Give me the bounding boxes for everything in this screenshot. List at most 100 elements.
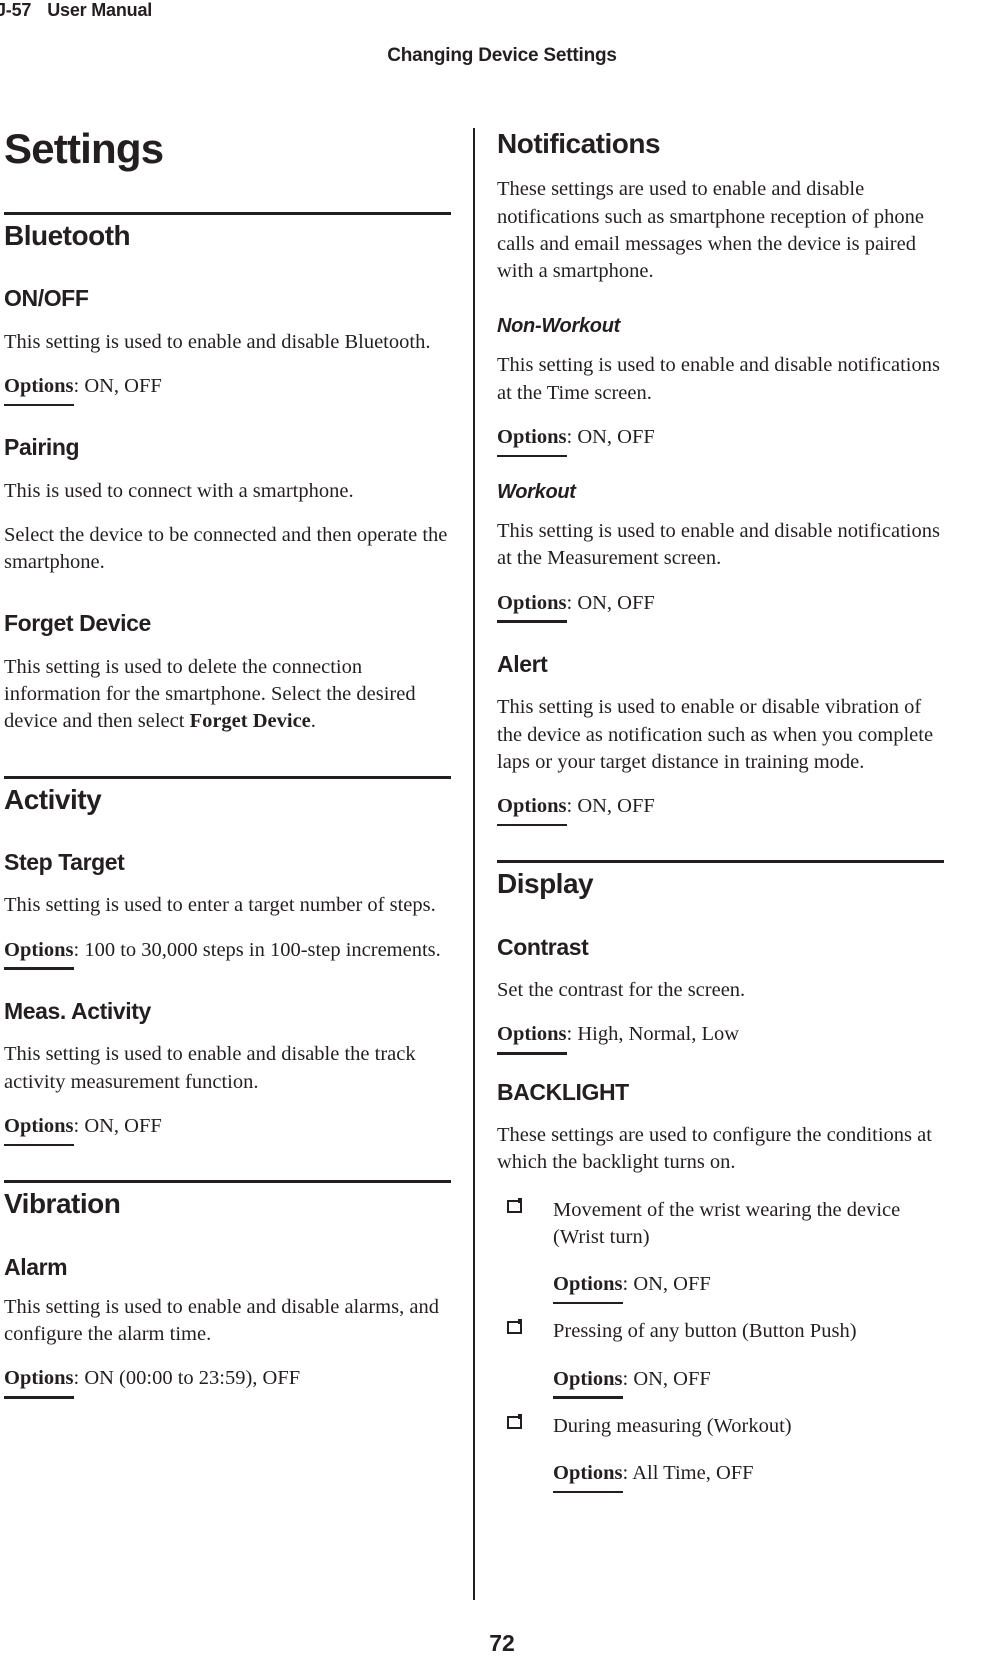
running-header: J-57 User Manual Changing Device Settings <box>0 0 1004 100</box>
options-colon: : <box>73 938 80 961</box>
section-heading: Vibration <box>4 1188 121 1220</box>
running-header-left: J-57 User Manual <box>0 0 152 21</box>
options-line: Options: ON, OFF <box>4 1113 451 1147</box>
options-line: Options: ON, OFF <box>497 424 944 458</box>
body-text: This is used to connect with a smartphon… <box>4 479 354 502</box>
options-label: Options <box>553 1366 623 1400</box>
section-vibration: Vibration <box>4 1180 451 1219</box>
options-line: Options: ON, OFF <box>497 793 944 827</box>
backlight-condition-list: Pressing of any button (Button Push) <box>497 1318 944 1345</box>
backlight-condition-list: Movement of the wrist wearing the device… <box>497 1197 944 1252</box>
list-item: Movement of the wrist wearing the device… <box>497 1197 944 1252</box>
section-display: Display <box>497 860 944 899</box>
options-colon: : <box>566 425 573 448</box>
options-colon: : <box>622 1462 629 1485</box>
options-label: Options <box>497 424 567 458</box>
options-label: Options <box>4 373 74 407</box>
list-item-label: During measuring (Workout) <box>553 1414 792 1437</box>
options-value: ON, OFF <box>577 795 655 818</box>
body-text: These settings are used to enable and di… <box>497 178 924 283</box>
options-line: Options: ON, OFF <box>553 1366 944 1400</box>
subsection-heading-workout: Workout <box>497 481 576 504</box>
options-line: Options: All Time, OFF <box>553 1460 944 1494</box>
subsection-heading-on-off: ON/OFF <box>4 285 89 312</box>
options-label: Options <box>497 793 567 827</box>
subsection-heading-step-target: Step Target <box>4 849 125 876</box>
left-column: Settings Bluetooth ON/OFF This setting i… <box>4 125 451 1400</box>
options-value: 100 to 30,000 steps in 100-step incremen… <box>84 938 441 961</box>
subsection-heading-alarm: Alarm <box>4 1253 68 1280</box>
backlight-condition-list: During measuring (Workout) <box>497 1413 944 1440</box>
column-divider <box>473 128 475 1600</box>
subsection-heading-meas-activity: Meas. Activity <box>4 997 151 1024</box>
body-text: This setting is used to enter a target n… <box>4 894 436 917</box>
options-label: Options <box>553 1460 623 1494</box>
section-heading: Display <box>497 868 594 900</box>
options-colon: : <box>566 1023 573 1046</box>
list-item-label: Pressing of any button (Button Push) <box>553 1320 857 1343</box>
body-text: This setting is used to delete the conne… <box>4 654 451 736</box>
options-label: Options <box>4 1365 74 1400</box>
section-notifications: Notifications <box>497 128 944 159</box>
options-label: Options <box>497 1021 567 1055</box>
options-line: Options: 100 to 30,000 steps in 100-step… <box>4 937 451 971</box>
right-column: Notifications These settings are used to… <box>497 128 944 1494</box>
options-value: High, Normal, Low <box>577 1023 740 1046</box>
inline-emphasis: Forget Device <box>189 710 311 733</box>
options-value: ON, OFF <box>577 591 655 614</box>
options-label: Options <box>553 1271 623 1305</box>
options-label: Options <box>4 1113 74 1147</box>
options-value: All Time, OFF <box>632 1462 754 1485</box>
subsection-heading-backlight: BACKLIGHT <box>497 1078 629 1105</box>
body-text-post: . <box>310 710 316 733</box>
section-activity: Activity <box>4 775 451 815</box>
section-bluetooth: Bluetooth <box>4 212 451 251</box>
checkbox-bullet-icon <box>507 1197 522 1213</box>
body-text: This setting is used to enable and disab… <box>4 1043 416 1093</box>
body-text: This setting is used to enable and disab… <box>4 330 431 353</box>
options-value: ON, OFF <box>633 1273 711 1296</box>
options-line: Options: High, Normal, Low <box>497 1021 944 1055</box>
body-text: Set the contrast for the screen. <box>497 979 746 1002</box>
body-text: This setting is used to enable and disab… <box>4 1295 439 1346</box>
manual-page: J-57 User Manual Changing Device Settings… <box>0 0 1004 1675</box>
manual-label: User Manual <box>47 0 153 20</box>
options-value: ON (00:00 to 23:59), OFF <box>84 1367 301 1390</box>
body-text: This setting is used to enable and disab… <box>497 520 940 570</box>
options-colon: : <box>73 1367 80 1390</box>
checkbox-bullet-icon <box>507 1413 522 1429</box>
subsection-heading-contrast: Contrast <box>497 933 589 960</box>
subsection-heading-alert: Alert <box>497 650 548 677</box>
options-colon: : <box>622 1367 629 1390</box>
subsection-heading-pairing: Pairing <box>4 434 80 461</box>
page-number: 72 <box>489 1630 515 1656</box>
options-value: ON, OFF <box>84 1114 162 1137</box>
list-item-label: Movement of the wrist wearing the device… <box>553 1198 901 1248</box>
body-text: These settings are used to configure the… <box>497 1124 932 1174</box>
options-label: Options <box>497 590 567 624</box>
body-text: Select the device to be connected and th… <box>4 523 448 574</box>
options-colon: : <box>566 795 573 818</box>
options-line: Options: ON, OFF <box>497 590 944 624</box>
checkbox-bullet-icon <box>507 1319 522 1335</box>
page-title: Settings <box>4 125 164 172</box>
options-line: Options: ON, OFF <box>4 373 451 407</box>
options-colon: : <box>566 591 573 614</box>
section-heading: Bluetooth <box>4 220 131 251</box>
manual-code: J-57 <box>0 0 32 20</box>
options-value: ON, OFF <box>633 1367 711 1390</box>
section-heading: Notifications <box>497 128 661 159</box>
options-colon: : <box>622 1273 629 1296</box>
list-item: During measuring (Workout) <box>497 1413 944 1440</box>
body-text: This setting is used to enable and disab… <box>497 354 940 404</box>
body-text: This setting is used to enable or disabl… <box>497 696 934 773</box>
options-colon: : <box>73 375 80 398</box>
options-line: Options: ON (00:00 to 23:59), OFF <box>4 1365 451 1400</box>
list-item: Pressing of any button (Button Push) <box>497 1318 944 1345</box>
options-value: ON, OFF <box>84 375 162 398</box>
options-line: Options: ON, OFF <box>553 1271 944 1305</box>
section-heading: Activity <box>4 783 102 815</box>
options-value: ON, OFF <box>577 425 655 448</box>
options-colon: : <box>73 1114 80 1137</box>
chapter-title: Changing Device Settings <box>387 45 617 66</box>
